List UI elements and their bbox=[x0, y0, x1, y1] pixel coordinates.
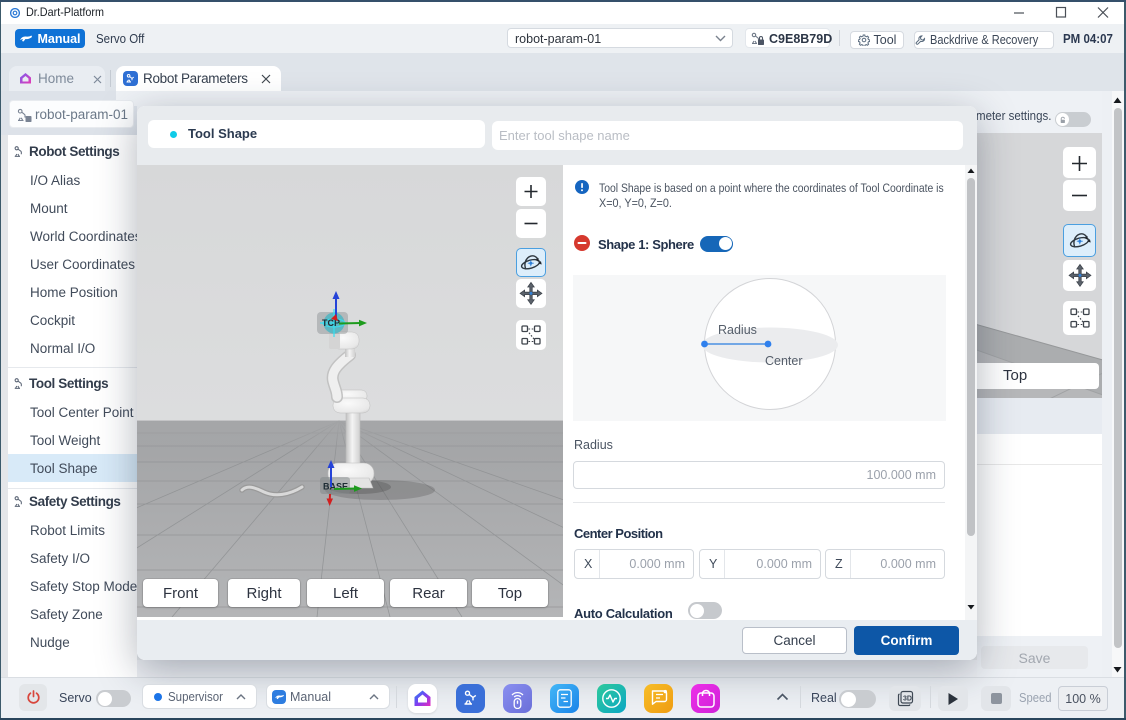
svg-text:Center: Center bbox=[765, 354, 803, 368]
svg-text:3D: 3D bbox=[903, 696, 912, 703]
svg-text:Radius: Radius bbox=[718, 323, 757, 337]
svg-text:BASE: BASE bbox=[323, 482, 348, 492]
